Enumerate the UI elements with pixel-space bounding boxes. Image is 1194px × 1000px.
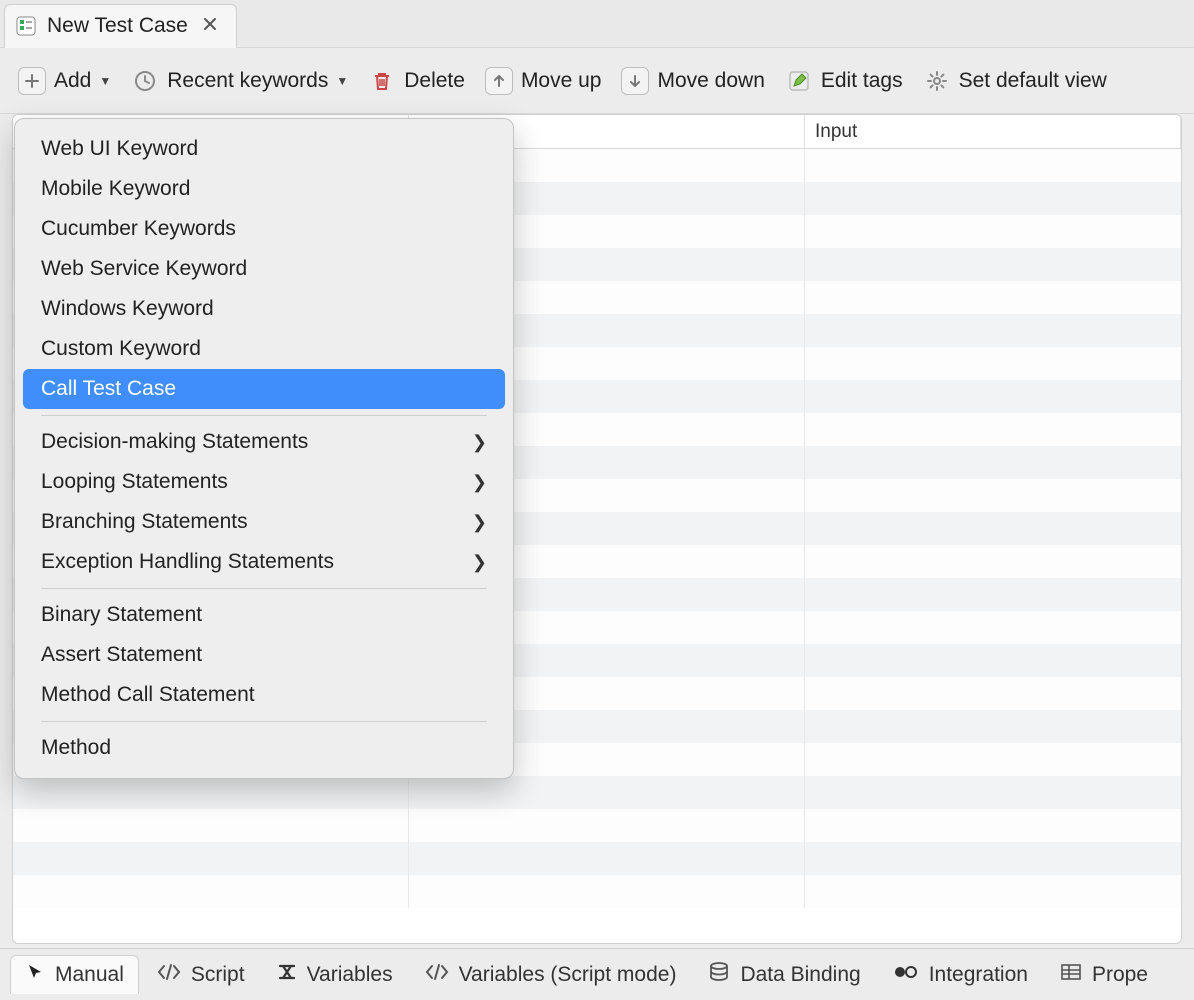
- arrow-up-icon: [485, 67, 513, 95]
- plus-icon: [18, 67, 46, 95]
- trash-icon: [368, 67, 396, 95]
- bottom-tab-script[interactable]: Script: [143, 957, 259, 993]
- grid-icon: [1060, 963, 1082, 987]
- cursor-icon: [25, 962, 45, 988]
- move-down-button[interactable]: Move down: [617, 65, 768, 97]
- bottom-tab-properties[interactable]: Prope: [1046, 957, 1162, 993]
- set-default-view-button[interactable]: Set default view: [919, 65, 1111, 97]
- menu-separator: [41, 721, 487, 722]
- bottom-tab-label: Manual: [55, 963, 124, 987]
- menu-item-label: Method Call Statement: [41, 683, 255, 707]
- bottom-tab-label: Variables: [307, 963, 393, 987]
- menu-item-label: Method: [41, 736, 111, 760]
- table-row[interactable]: [13, 809, 1181, 842]
- chevron-right-icon: ❯: [472, 472, 487, 493]
- editor-tab-bar: New Test Case: [0, 0, 1194, 48]
- bottom-tab-variables-script[interactable]: Variables (Script mode): [411, 957, 691, 993]
- menu-item-web-ui-keyword[interactable]: Web UI Keyword: [23, 129, 505, 169]
- menu-item-label: Web Service Keyword: [41, 257, 247, 281]
- menu-item-looping-statements[interactable]: Looping Statements ❯: [23, 462, 505, 502]
- chevron-right-icon: ❯: [472, 432, 487, 453]
- bottom-tab-label: Prope: [1092, 963, 1148, 987]
- menu-item-mobile-keyword[interactable]: Mobile Keyword: [23, 169, 505, 209]
- recent-keywords-button[interactable]: Recent keywords ▼: [127, 65, 352, 97]
- menu-item-windows-keyword[interactable]: Windows Keyword: [23, 289, 505, 329]
- add-dropdown-menu: Web UI Keyword Mobile Keyword Cucumber K…: [14, 118, 514, 779]
- menu-item-label: Web UI Keyword: [41, 137, 198, 161]
- menu-item-label: Branching Statements: [41, 510, 248, 534]
- bottom-tab-label: Script: [191, 963, 245, 987]
- menu-item-label: Exception Handling Statements: [41, 550, 334, 574]
- arrow-down-icon: [621, 67, 649, 95]
- bottom-tab-label: Data Binding: [740, 963, 860, 987]
- table-row[interactable]: [13, 842, 1181, 875]
- testcase-file-icon: [15, 15, 37, 37]
- menu-item-exception-handling-statements[interactable]: Exception Handling Statements ❯: [23, 542, 505, 582]
- toolbar: Add ▼ Recent keywords ▼ Delete Move up: [0, 48, 1194, 114]
- menu-item-custom-keyword[interactable]: Custom Keyword: [23, 329, 505, 369]
- bottom-tab-variables[interactable]: Variables: [263, 957, 407, 993]
- chevron-right-icon: ❯: [472, 552, 487, 573]
- add-button[interactable]: Add ▼: [14, 65, 115, 97]
- bottom-tab-label: Integration: [929, 963, 1028, 987]
- menu-item-label: Decision-making Statements: [41, 430, 308, 454]
- menu-item-method-call-statement[interactable]: Method Call Statement: [23, 675, 505, 715]
- menu-item-web-service-keyword[interactable]: Web Service Keyword: [23, 249, 505, 289]
- delete-button[interactable]: Delete: [364, 65, 469, 97]
- bottom-tab-data-binding[interactable]: Data Binding: [694, 956, 874, 994]
- menu-item-label: Mobile Keyword: [41, 177, 190, 201]
- menu-item-label: Binary Statement: [41, 603, 202, 627]
- menu-item-label: Cucumber Keywords: [41, 217, 236, 241]
- gear-icon: [923, 67, 951, 95]
- variable-x-icon: [277, 963, 297, 987]
- menu-item-cucumber-keywords[interactable]: Cucumber Keywords: [23, 209, 505, 249]
- menu-separator: [41, 588, 487, 589]
- table-row[interactable]: [13, 776, 1181, 809]
- move-up-button[interactable]: Move up: [481, 65, 606, 97]
- add-label: Add: [54, 69, 91, 93]
- pencil-icon: [785, 67, 813, 95]
- menu-item-decision-making-statements[interactable]: Decision-making Statements ❯: [23, 422, 505, 462]
- code-icon: [425, 963, 449, 987]
- col-header-input[interactable]: Input: [805, 115, 1181, 148]
- close-tab-icon[interactable]: [198, 15, 222, 38]
- move-up-label: Move up: [521, 69, 602, 93]
- bottom-tab-bar: Manual Script Variables Variables (Scrip…: [0, 948, 1194, 1000]
- menu-separator: [41, 415, 487, 416]
- code-icon: [157, 963, 181, 987]
- history-icon: [131, 67, 159, 95]
- menu-item-label: Windows Keyword: [41, 297, 214, 321]
- menu-item-assert-statement[interactable]: Assert Statement: [23, 635, 505, 675]
- chevron-right-icon: ❯: [472, 512, 487, 533]
- table-row[interactable]: [13, 875, 1181, 908]
- database-icon: [708, 962, 730, 988]
- caret-down-icon: ▼: [336, 74, 348, 88]
- menu-item-label: Call Test Case: [41, 377, 176, 401]
- bottom-tab-label: Variables (Script mode): [459, 963, 677, 987]
- caret-down-icon: ▼: [99, 74, 111, 88]
- menu-item-call-test-case[interactable]: Call Test Case: [23, 369, 505, 409]
- editor-tab-new-test-case[interactable]: New Test Case: [4, 4, 237, 48]
- menu-item-label: Custom Keyword: [41, 337, 201, 361]
- menu-item-binary-statement[interactable]: Binary Statement: [23, 595, 505, 635]
- menu-item-branching-statements[interactable]: Branching Statements ❯: [23, 502, 505, 542]
- set-default-view-label: Set default view: [959, 69, 1107, 93]
- menu-item-label: Looping Statements: [41, 470, 228, 494]
- menu-item-method[interactable]: Method: [23, 728, 505, 768]
- integration-icon: [893, 963, 919, 987]
- bottom-tab-manual[interactable]: Manual: [10, 955, 139, 994]
- move-down-label: Move down: [657, 69, 764, 93]
- delete-label: Delete: [404, 69, 465, 93]
- edit-tags-label: Edit tags: [821, 69, 903, 93]
- recent-keywords-label: Recent keywords: [167, 69, 328, 93]
- editor-tab-title: New Test Case: [47, 14, 188, 38]
- bottom-tab-integration[interactable]: Integration: [879, 957, 1042, 993]
- menu-item-label: Assert Statement: [41, 643, 202, 667]
- edit-tags-button[interactable]: Edit tags: [781, 65, 907, 97]
